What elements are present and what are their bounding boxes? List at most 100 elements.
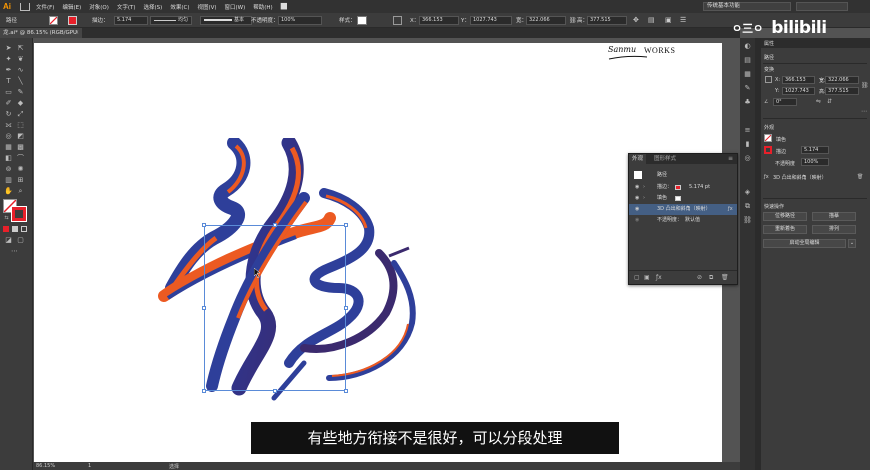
expand-chevron-icon[interactable]: › — [643, 193, 645, 204]
rotate-tool-icon[interactable]: ↻ — [4, 110, 13, 119]
gradient-panel-icon[interactable]: ▮ — [743, 140, 752, 149]
menu-edit[interactable]: 编辑(E) — [62, 3, 81, 11]
pen-tool-icon[interactable]: ✒ — [4, 66, 13, 75]
delete-item-icon[interactable]: 🗑 — [721, 274, 729, 281]
stroke-weight-field[interactable]: 5.174 — [114, 16, 148, 25]
arrange-documents-icon[interactable]: █▌ — [281, 4, 289, 10]
stroke-swatch[interactable] — [68, 16, 77, 25]
reference-point-icon[interactable] — [393, 16, 402, 25]
symbols-icon[interactable]: ♣ — [743, 98, 752, 107]
scale-tool-icon[interactable]: ⤢ — [16, 110, 25, 119]
swatches-icon[interactable]: ▦ — [743, 70, 752, 79]
color-guide-icon[interactable]: ▤ — [743, 56, 752, 65]
delete-effect-icon[interactable]: 🗑 — [857, 174, 863, 180]
home-icon[interactable] — [20, 2, 30, 11]
menu-window[interactable]: 窗口(W) — [225, 3, 246, 11]
opacity-row-value[interactable]: 默认值 — [685, 215, 700, 226]
status-tool[interactable]: 选择 — [169, 463, 179, 470]
resize-handle-bottom-right[interactable] — [344, 389, 348, 393]
artboard-number[interactable]: 1 — [88, 463, 91, 469]
tab-graphic-styles[interactable]: 图形样式 — [651, 154, 679, 164]
clear-appearance-icon[interactable]: ⊘ — [697, 274, 702, 281]
prop-h-field[interactable]: 377.515 — [825, 87, 859, 95]
transparency-icon[interactable]: ◎ — [743, 154, 752, 163]
line-tool-icon[interactable]: ╲ — [16, 77, 25, 86]
resize-handle-bottom-left[interactable] — [202, 389, 206, 393]
expand-chevron-icon[interactable]: › — [643, 182, 645, 193]
resize-handle-top-left[interactable] — [202, 223, 206, 227]
visibility-eye-icon[interactable]: ◉ — [635, 182, 639, 193]
visibility-eye-icon[interactable]: ◉ — [635, 193, 639, 204]
type-tool-icon[interactable]: T — [4, 77, 13, 86]
eyedropper-tool-icon[interactable]: ⌒ — [16, 154, 25, 163]
global-edit-dropdown[interactable]: ⌄ — [848, 239, 856, 248]
blend-tool-icon[interactable]: ⊚ — [4, 165, 13, 174]
menu-file[interactable]: 文件(F) — [36, 3, 54, 11]
search-field[interactable] — [796, 2, 848, 11]
panel-menu-icon[interactable]: ≡ — [728, 155, 733, 162]
menu-view[interactable]: 视图(V) — [197, 3, 216, 11]
resize-handle-bottom[interactable] — [273, 389, 277, 393]
hand-tool-icon[interactable]: ✋ — [4, 187, 13, 196]
swap-colors-icon[interactable]: ⇆ — [2, 214, 11, 223]
eraser-tool-icon[interactable]: ◆ — [16, 99, 25, 108]
magic-wand-tool-icon[interactable]: ✦ — [4, 55, 13, 64]
shape-builder-tool-icon[interactable]: ◎ — [4, 132, 13, 141]
gradient-mode-icon[interactable] — [12, 226, 18, 232]
screen-mode-icon[interactable]: ▢ — [16, 236, 25, 245]
height-field[interactable]: 377.515 — [587, 16, 627, 25]
color-panel-icon[interactable]: ◐ — [743, 42, 752, 51]
layers-panel-icon[interactable]: ◈ — [743, 188, 752, 197]
brushes-icon[interactable]: ✎ — [743, 84, 752, 93]
add-stroke-icon[interactable]: ▢ — [634, 274, 640, 281]
tab-appearance[interactable]: 外观 — [629, 154, 647, 164]
more-transform-icon[interactable]: ⋯ — [861, 108, 867, 115]
artboard[interactable]: Sanmu WORKS — [34, 43, 722, 462]
visibility-eye-icon[interactable]: ◉ — [635, 215, 639, 226]
arrange-button[interactable]: 排列 — [812, 225, 856, 234]
none-mode-icon[interactable] — [21, 226, 27, 232]
perspective-grid-tool-icon[interactable]: ▦ — [4, 143, 13, 152]
color-mode-icon[interactable] — [3, 226, 9, 232]
menu-object[interactable]: 对象(O) — [89, 3, 109, 11]
visibility-eye-icon[interactable]: ◉ — [635, 204, 639, 215]
curvature-tool-icon[interactable]: ∿ — [16, 66, 25, 75]
workspace-switcher[interactable]: 传统基本功能 — [703, 2, 791, 11]
appearance-row-effect[interactable]: ◉ 3D 凸出和斜角（映射） ƒx — [629, 204, 737, 215]
reference-point-icon[interactable] — [765, 76, 772, 83]
resize-handle-left[interactable] — [202, 306, 206, 310]
prop-angle-field[interactable]: 0° — [773, 98, 797, 106]
prop-x-field[interactable]: 366.153 — [782, 76, 815, 84]
symbol-sprayer-tool-icon[interactable]: ✺ — [16, 165, 25, 174]
link-icon[interactable]: ⛓ — [569, 17, 577, 24]
flip-vertical-icon[interactable]: ⇵ — [827, 98, 832, 105]
transform-icon[interactable]: ✥ — [633, 16, 639, 24]
align-icon[interactable]: ▤ — [648, 16, 655, 24]
mesh-tool-icon[interactable]: ▩ — [16, 143, 25, 152]
selection-bounding-box[interactable] — [202, 223, 348, 393]
resize-handle-right[interactable] — [344, 306, 348, 310]
stroke-color-box[interactable] — [11, 206, 27, 222]
prop-opacity-field[interactable]: 100% — [801, 158, 829, 166]
direct-selection-tool-icon[interactable]: ⇱ — [16, 44, 25, 53]
prop-stroke-swatch[interactable] — [764, 146, 772, 154]
offset-path-button[interactable]: 位移路径 — [763, 212, 807, 221]
column-graph-tool-icon[interactable]: ▥ — [4, 176, 13, 185]
appearance-row-opacity[interactable]: ◉ 不透明度： 默认值 — [629, 215, 737, 226]
fill-swatch[interactable] — [49, 16, 58, 25]
prop-fx-icon[interactable]: ƒx — [764, 174, 769, 180]
x-field[interactable]: 366.153 — [419, 16, 459, 25]
artboard-tool-icon[interactable]: ⊞ — [16, 176, 25, 185]
rectangle-tool-icon[interactable]: ▭ — [4, 88, 13, 97]
duplicate-item-icon[interactable]: ⧉ — [709, 274, 713, 282]
global-edit-button[interactable]: 启动全局编辑 — [763, 239, 846, 248]
prop-w-field[interactable]: 322.066 — [825, 76, 859, 84]
resize-handle-top-right[interactable] — [344, 223, 348, 227]
add-effect-icon[interactable]: ƒx — [656, 274, 662, 281]
width-tool-icon[interactable]: ⟗ — [4, 121, 13, 130]
menu-help[interactable]: 帮助(H) — [253, 3, 272, 11]
selection-tool-icon[interactable]: ➤ — [4, 44, 13, 53]
fx-icon[interactable]: ƒx — [728, 204, 733, 215]
graphic-style-swatch[interactable] — [357, 16, 367, 25]
gradient-tool-icon[interactable]: ◧ — [4, 154, 13, 163]
